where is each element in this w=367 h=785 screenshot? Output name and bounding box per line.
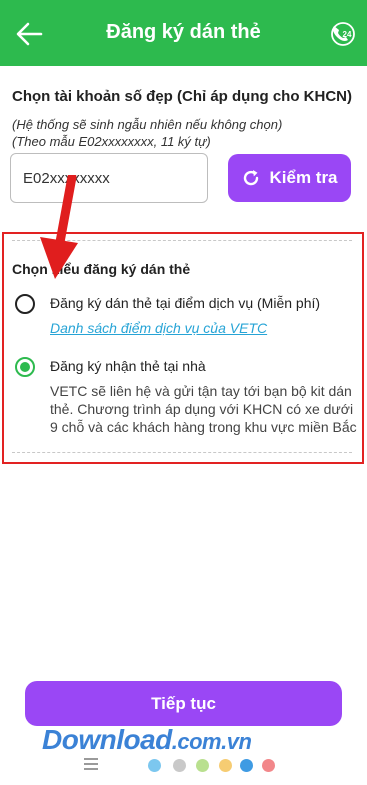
account-section-label: Chọn tài khoản số đẹp (Chỉ áp dụng cho K… (12, 88, 352, 105)
radio-service-point[interactable] (15, 294, 35, 314)
svg-text:24: 24 (343, 30, 352, 39)
option-service-point-label[interactable]: Đăng ký dán thẻ tại điểm dịch vụ (Miễn p… (50, 295, 320, 311)
option-home-delivery-label[interactable]: Đăng ký nhận thẻ tại nhà (50, 358, 206, 374)
refresh-icon (244, 170, 259, 186)
next-button[interactable]: Tiếp tục (25, 681, 342, 726)
nav-dot (196, 759, 209, 772)
nav-dot (148, 759, 161, 772)
app-header: Đăng ký dán thẻ 24 (0, 0, 367, 66)
phone-24-icon[interactable]: 24 (329, 20, 357, 48)
nav-dot (219, 759, 232, 772)
format-hint: (Theo mẫu E02xxxxxxxx, 11 ký tự) (12, 134, 211, 149)
home-delivery-description: VETC sẽ liên hệ và gửi tận tay tới bạn b… (50, 383, 357, 435)
system-nav-bar (0, 750, 367, 785)
check-button[interactable]: Kiểm tra (228, 154, 351, 202)
menu-icon[interactable] (84, 758, 98, 770)
nav-dot (240, 759, 253, 772)
random-hint: (Hệ thống sẽ sinh ngẫu nhiên nếu không c… (12, 117, 283, 132)
annotation-arrow-icon (40, 175, 78, 279)
nav-dot (262, 759, 275, 772)
radio-home-delivery[interactable] (15, 357, 35, 377)
page-title: Đăng ký dán thẻ (106, 21, 261, 43)
nav-dot (173, 759, 186, 772)
service-point-list-link[interactable]: Danh sách điểm dịch vụ của VETC (50, 320, 267, 336)
check-button-label: Kiểm tra (269, 168, 338, 187)
